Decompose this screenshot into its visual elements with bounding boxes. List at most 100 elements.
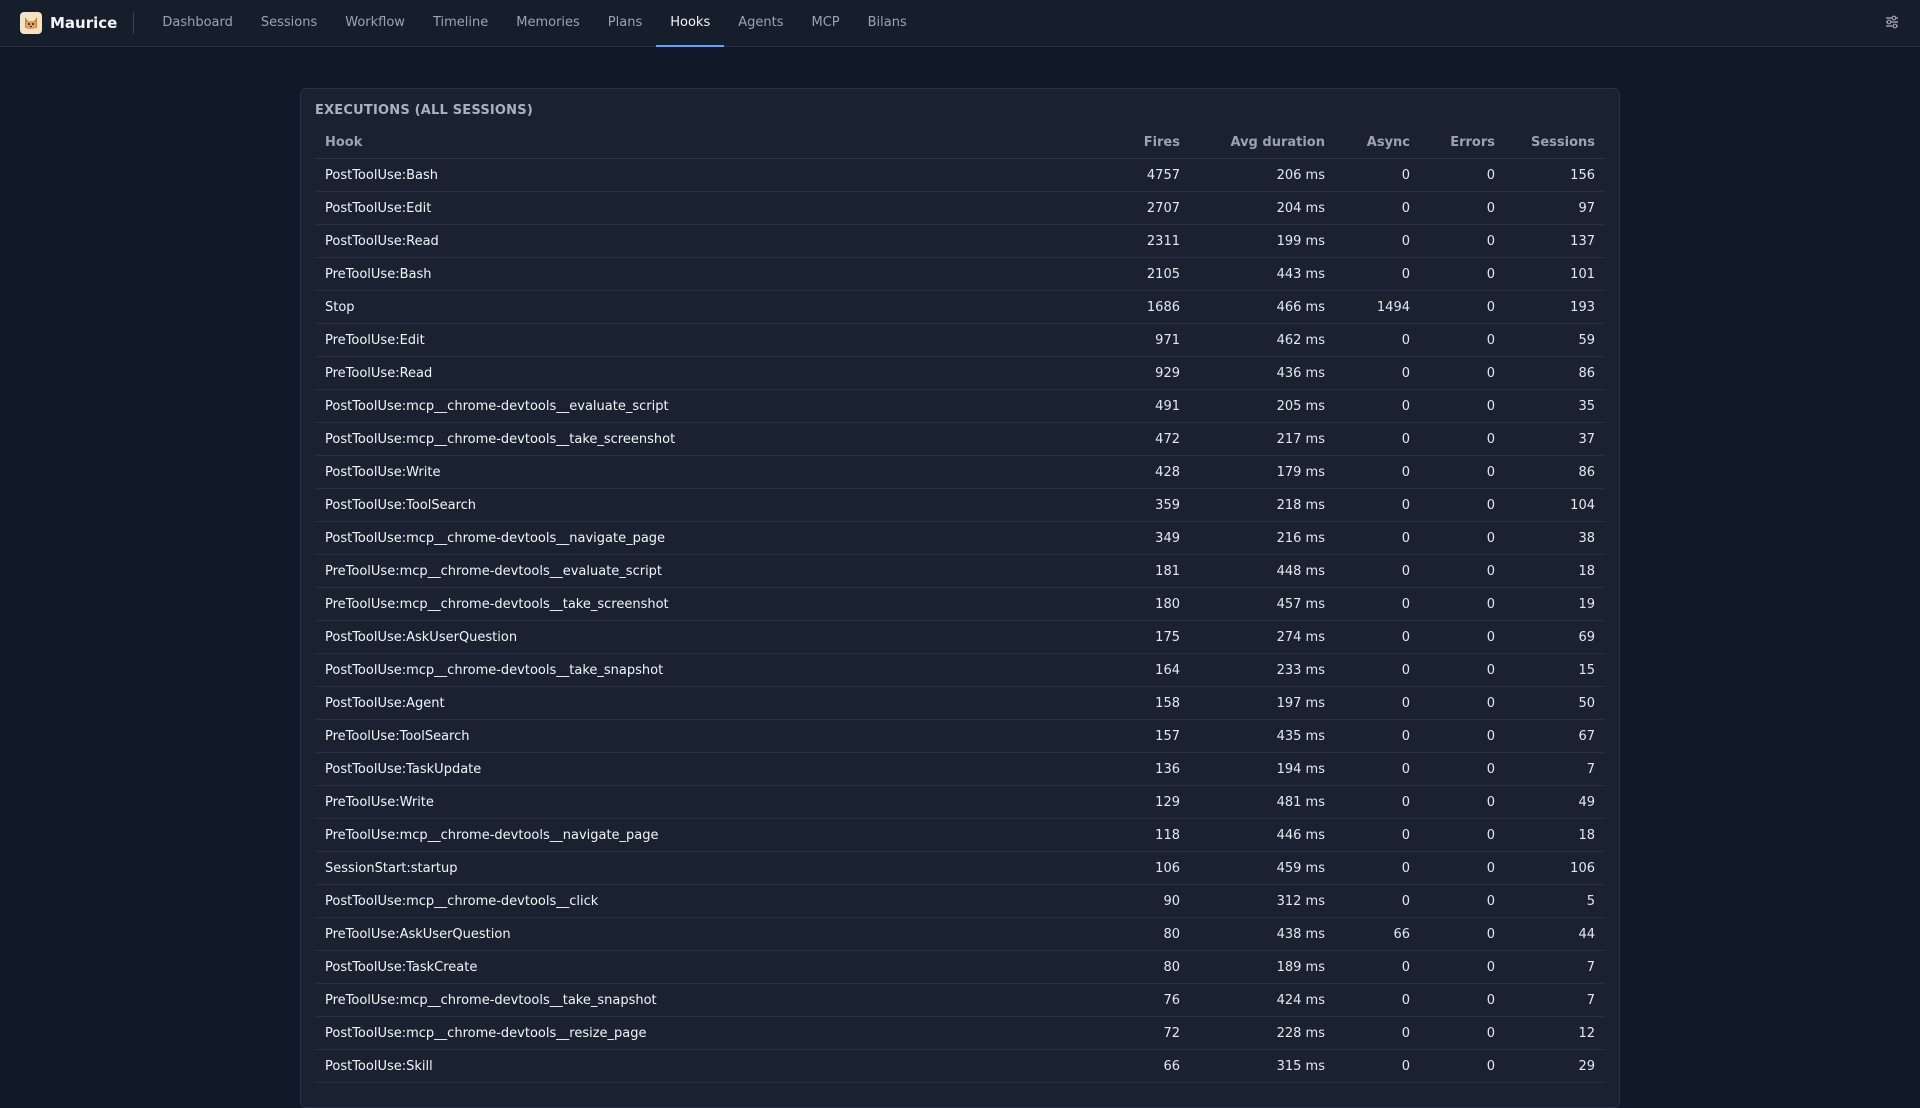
tab-plans[interactable]: Plans [594, 0, 656, 47]
fires-cell: 1686 [1080, 290, 1190, 324]
async-cell: 0 [1335, 752, 1420, 786]
fires-cell: 164 [1080, 653, 1190, 687]
cat-logo-icon [20, 12, 42, 34]
avg-duration-cell: 205 ms [1190, 389, 1335, 423]
table-row[interactable]: PostToolUse:Write 428 179 ms 0 0 86 [315, 455, 1605, 489]
async-cell: 0 [1335, 884, 1420, 918]
table-row[interactable]: PostToolUse:mcp__chrome-devtools__resize… [315, 1016, 1605, 1050]
async-cell: 0 [1335, 323, 1420, 357]
table-row[interactable]: PostToolUse:mcp__chrome-devtools__take_s… [315, 653, 1605, 687]
async-cell: 0 [1335, 521, 1420, 555]
hook-name-cell: PostToolUse:Read [315, 224, 1080, 258]
table-row[interactable]: PostToolUse:AskUserQuestion 175 274 ms 0 0 69 [315, 620, 1605, 654]
hook-name-cell: PostToolUse:mcp__chrome-devtools__take_s… [315, 422, 1080, 456]
table-row[interactable]: PostToolUse:Bash 4757 206 ms 0 0 156 [315, 158, 1605, 192]
table-row[interactable]: PreToolUse:mcp__chrome-devtools__evaluat… [315, 554, 1605, 588]
app-name: Maurice [50, 14, 118, 32]
top-nav-bar: Maurice Dashboard Sessions Workflow Time… [0, 0, 1920, 47]
sessions-cell: 5 [1505, 884, 1605, 918]
table-row[interactable]: PostToolUse:mcp__chrome-devtools__click 9… [315, 884, 1605, 918]
avg-duration-cell: 228 ms [1190, 1016, 1335, 1050]
hook-name-cell: PostToolUse:mcp__chrome-devtools__take_s… [315, 653, 1080, 687]
table-row[interactable]: PostToolUse:Edit 2707 204 ms 0 0 97 [315, 191, 1605, 225]
column-header-avg-duration[interactable]: Avg duration [1190, 127, 1335, 159]
fires-cell: 472 [1080, 422, 1190, 456]
brand[interactable]: Maurice [20, 12, 135, 34]
table-row[interactable]: PreToolUse:ToolSearch 157 435 ms 0 0 67 [315, 719, 1605, 753]
table-row[interactable]: SessionStart:startup 106 459 ms 0 0 106 [315, 851, 1605, 885]
fires-cell: 2311 [1080, 224, 1190, 258]
sessions-cell: 59 [1505, 323, 1605, 357]
table-row[interactable]: Stop 1686 466 ms 1494 0 193 [315, 290, 1605, 324]
table-row[interactable]: PostToolUse:ToolSearch 359 218 ms 0 0 104 [315, 488, 1605, 522]
errors-cell: 0 [1420, 356, 1505, 390]
table-row[interactable]: PreToolUse:mcp__chrome-devtools__take_sn… [315, 983, 1605, 1017]
table-row[interactable]: PreToolUse:Write 129 481 ms 0 0 49 [315, 785, 1605, 819]
fires-cell: 157 [1080, 719, 1190, 753]
avg-duration-cell: 459 ms [1190, 851, 1335, 885]
errors-cell: 0 [1420, 323, 1505, 357]
avg-duration-cell: 194 ms [1190, 752, 1335, 786]
sessions-cell: 67 [1505, 719, 1605, 753]
hook-name-cell: PreToolUse:ToolSearch [315, 719, 1080, 753]
table-row[interactable]: PreToolUse:mcp__chrome-devtools__navigat… [315, 818, 1605, 852]
sessions-cell: 156 [1505, 158, 1605, 192]
table-row[interactable]: PostToolUse:mcp__chrome-devtools__evalua… [315, 389, 1605, 423]
fires-cell: 72 [1080, 1016, 1190, 1050]
fires-cell: 175 [1080, 620, 1190, 654]
table-row[interactable]: PostToolUse:Skill 66 315 ms 0 0 29 [315, 1049, 1605, 1083]
errors-cell: 0 [1420, 884, 1505, 918]
fires-cell: 80 [1080, 950, 1190, 984]
avg-duration-cell: 204 ms [1190, 191, 1335, 225]
async-cell: 0 [1335, 1016, 1420, 1050]
table-row[interactable]: PreToolUse:mcp__chrome-devtools__take_sc… [315, 587, 1605, 621]
hook-name-cell: PreToolUse:Bash [315, 257, 1080, 291]
hook-name-cell: PostToolUse:AskUserQuestion [315, 620, 1080, 654]
hook-name-cell: PostToolUse:mcp__chrome-devtools__click [315, 884, 1080, 918]
async-cell: 0 [1335, 1049, 1420, 1083]
column-header-async[interactable]: Async [1335, 127, 1420, 159]
tab-timeline[interactable]: Timeline [419, 0, 502, 47]
tab-mcp[interactable]: MCP [797, 0, 853, 47]
tab-workflow[interactable]: Workflow [331, 0, 419, 47]
table-row[interactable]: PreToolUse:AskUserQuestion 80 438 ms 66 0 44 [315, 917, 1605, 951]
avg-duration-cell: 438 ms [1190, 917, 1335, 951]
async-cell: 0 [1335, 224, 1420, 258]
errors-cell: 0 [1420, 455, 1505, 489]
async-cell: 0 [1335, 587, 1420, 621]
tab-agents[interactable]: Agents [724, 0, 797, 47]
column-header-sessions[interactable]: Sessions [1505, 127, 1605, 159]
hook-name-cell: PreToolUse:mcp__chrome-devtools__take_sn… [315, 983, 1080, 1017]
column-header-hook[interactable]: Hook [315, 127, 1080, 159]
table-row[interactable]: PostToolUse:TaskCreate 80 189 ms 0 0 7 [315, 950, 1605, 984]
table-row[interactable]: PreToolUse:Bash 2105 443 ms 0 0 101 [315, 257, 1605, 291]
sessions-cell: 19 [1505, 587, 1605, 621]
sessions-cell: 7 [1505, 950, 1605, 984]
avg-duration-cell: 436 ms [1190, 356, 1335, 390]
table-row[interactable]: PostToolUse:TaskUpdate 136 194 ms 0 0 7 [315, 752, 1605, 786]
table-row[interactable]: PostToolUse:mcp__chrome-devtools__naviga… [315, 521, 1605, 555]
async-cell: 0 [1335, 686, 1420, 720]
column-header-errors[interactable]: Errors [1420, 127, 1505, 159]
sessions-cell: 106 [1505, 851, 1605, 885]
async-cell: 0 [1335, 356, 1420, 390]
table-row[interactable]: PostToolUse:Read 2311 199 ms 0 0 137 [315, 224, 1605, 258]
fires-cell: 66 [1080, 1049, 1190, 1083]
table-row[interactable]: PreToolUse:Read 929 436 ms 0 0 86 [315, 356, 1605, 390]
tab-sessions[interactable]: Sessions [247, 0, 331, 47]
tab-memories[interactable]: Memories [502, 0, 594, 47]
tab-hooks[interactable]: Hooks [656, 0, 725, 47]
sliders-icon[interactable] [1884, 14, 1900, 30]
tab-dashboard[interactable]: Dashboard [148, 0, 247, 47]
table-row[interactable]: PostToolUse:mcp__chrome-devtools__take_s… [315, 422, 1605, 456]
sessions-cell: 38 [1505, 521, 1605, 555]
fires-cell: 971 [1080, 323, 1190, 357]
column-header-fires[interactable]: Fires [1080, 127, 1190, 159]
tab-bilans[interactable]: Bilans [854, 0, 921, 47]
errors-cell: 0 [1420, 818, 1505, 852]
async-cell: 0 [1335, 785, 1420, 819]
errors-cell: 0 [1420, 224, 1505, 258]
errors-cell: 0 [1420, 785, 1505, 819]
table-row[interactable]: PostToolUse:Agent 158 197 ms 0 0 50 [315, 686, 1605, 720]
table-row[interactable]: PreToolUse:Edit 971 462 ms 0 0 59 [315, 323, 1605, 357]
